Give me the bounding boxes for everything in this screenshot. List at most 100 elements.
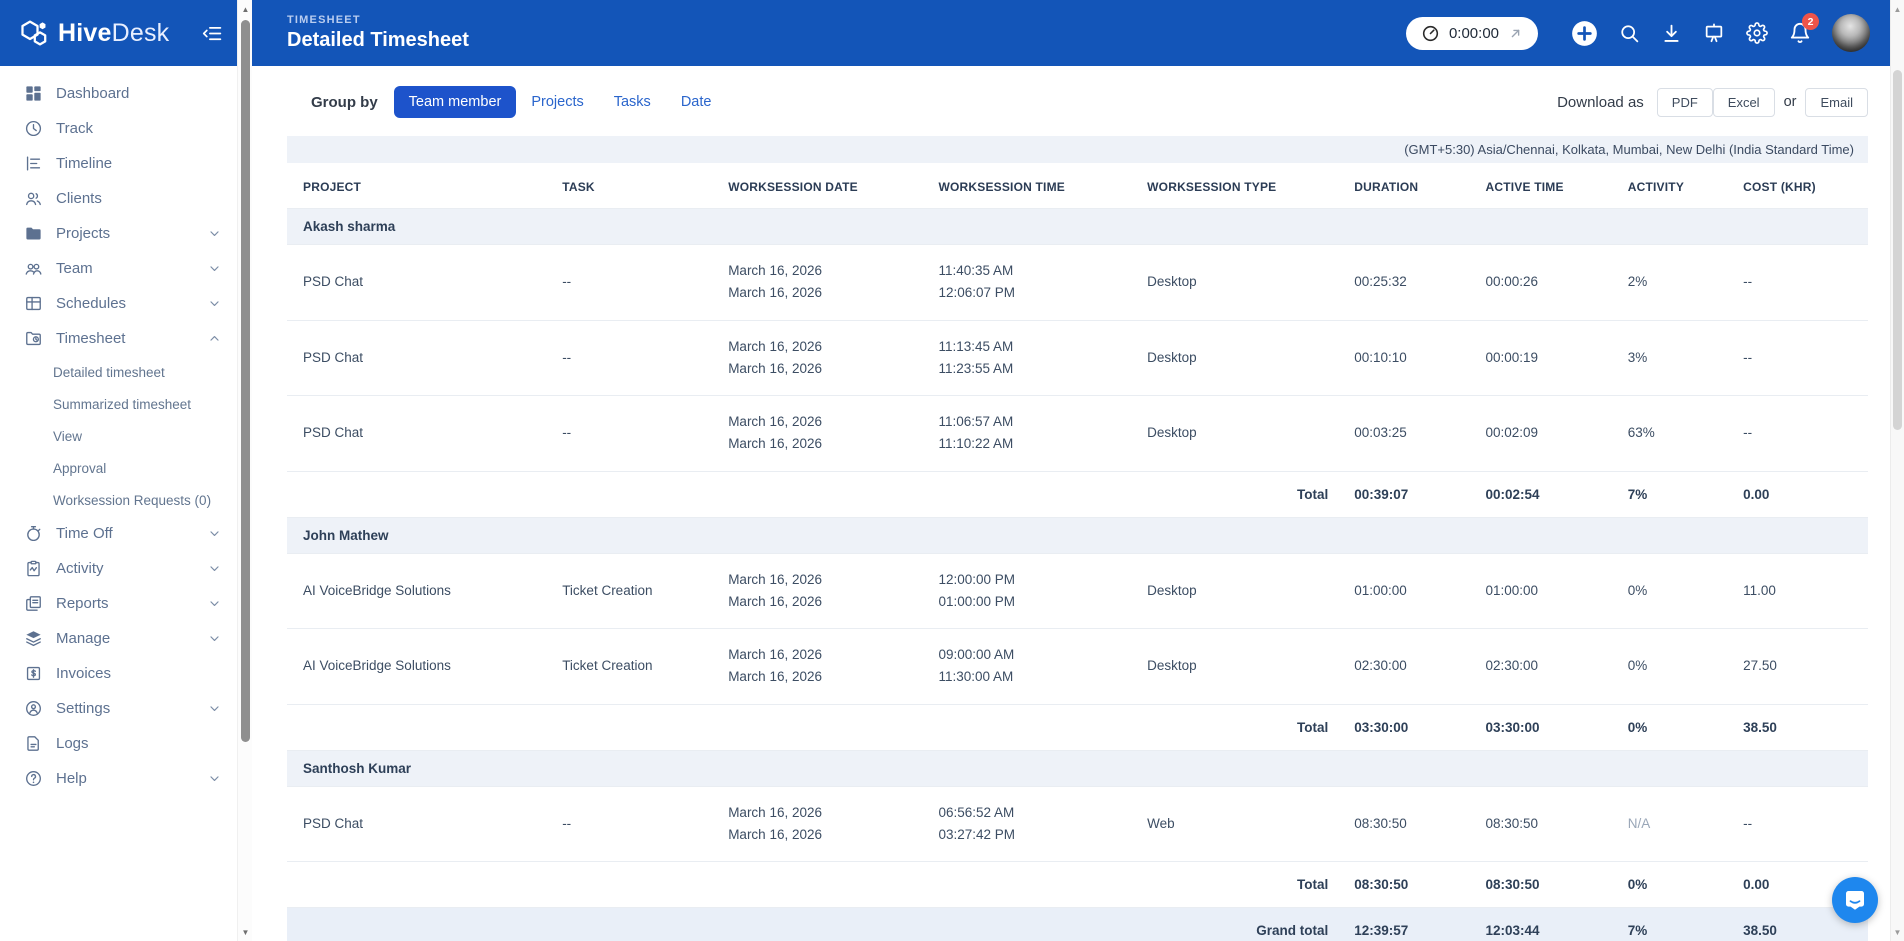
cell-worksession-date: March 16, 2026March 16, 2026 bbox=[720, 629, 930, 705]
group-by-option-date[interactable]: Date bbox=[666, 86, 727, 118]
sidebar-item-invoices[interactable]: Invoices bbox=[0, 656, 237, 691]
grand-total-active-time: 12:03:44 bbox=[1477, 908, 1619, 941]
cell-worksession-time: 09:00:00 AM11:30:00 AM bbox=[930, 629, 1139, 705]
sidebar-item-activity[interactable]: Activity bbox=[0, 551, 237, 586]
reports-icon bbox=[24, 594, 43, 613]
sidebar-item-detailed-timesheet[interactable]: Detailed timesheet bbox=[0, 356, 237, 388]
sidebar-item-projects[interactable]: Projects bbox=[0, 216, 237, 251]
cell-cost: 27.50 bbox=[1735, 629, 1868, 705]
cell-activity: 0% bbox=[1620, 629, 1735, 705]
cell-active-time: 08:30:50 bbox=[1477, 786, 1619, 862]
sidebar-item-time-off[interactable]: Time Off bbox=[0, 516, 237, 551]
expand-arrow-icon[interactable] bbox=[1508, 26, 1523, 41]
group-header-row: John Mathew bbox=[287, 517, 1868, 553]
group-by-option-tasks[interactable]: Tasks bbox=[599, 86, 666, 118]
download-excel-button[interactable]: Excel bbox=[1713, 88, 1775, 117]
timeoff-icon bbox=[24, 524, 43, 543]
main-area: TIMESHEET Detailed Timesheet 0:00:00 bbox=[252, 0, 1890, 941]
chat-launcher-button[interactable] bbox=[1832, 877, 1878, 923]
sidebar-item-timeline[interactable]: Timeline bbox=[0, 146, 237, 181]
cell-project: PSD Chat bbox=[287, 320, 554, 396]
hivedesk-logo[interactable]: HiveDesk bbox=[18, 17, 202, 49]
sidebar-item-help[interactable]: Help bbox=[0, 761, 237, 796]
grand-total-duration: 12:39:57 bbox=[1346, 908, 1477, 941]
cell-worksession-type: Web bbox=[1139, 786, 1346, 862]
total-activity: 0% bbox=[1620, 862, 1735, 908]
cell-activity: 2% bbox=[1620, 245, 1735, 321]
chevron-down-icon bbox=[208, 297, 221, 310]
hivedesk-hexagons-icon bbox=[18, 17, 50, 49]
sidebar-item-worksession-requests-0[interactable]: Worksession Requests (0) bbox=[0, 484, 237, 516]
member-name: Santhosh Kumar bbox=[287, 750, 1868, 786]
timesheet-icon bbox=[24, 329, 43, 348]
scroll-down-arrow-icon[interactable]: ▼ bbox=[1891, 925, 1904, 939]
title-block: TIMESHEET Detailed Timesheet bbox=[287, 14, 469, 52]
sidebar-item-manage[interactable]: Manage bbox=[0, 621, 237, 656]
sidebar-collapse-icon[interactable] bbox=[202, 23, 223, 44]
sidebar-scrollbar-thumb[interactable] bbox=[241, 20, 250, 742]
add-button[interactable] bbox=[1571, 20, 1598, 47]
download-button[interactable] bbox=[1661, 23, 1682, 44]
timesheet-table: PROJECTTASKWORKSESSION DATEWORKSESSION T… bbox=[287, 163, 1868, 941]
scroll-up-arrow-icon[interactable]: ▲ bbox=[1891, 2, 1904, 16]
sidebar-header: HiveDesk bbox=[0, 0, 237, 66]
cell-task: -- bbox=[554, 320, 720, 396]
sidebar-item-clients[interactable]: Clients bbox=[0, 181, 237, 216]
sidebar-item-dashboard[interactable]: Dashboard bbox=[0, 76, 237, 111]
screencast-button[interactable] bbox=[1703, 22, 1725, 44]
notifications-button[interactable]: 2 bbox=[1789, 22, 1811, 44]
notification-badge: 2 bbox=[1802, 13, 1819, 30]
sidebar-item-label: Schedules bbox=[56, 295, 126, 312]
sidebar-nav: Dashboard Track Timeline ClientsProjects Tea… bbox=[0, 66, 237, 796]
group-header-row: Santhosh Kumar bbox=[287, 750, 1868, 786]
chevron-down-icon bbox=[208, 562, 221, 575]
sidebar-item-label: Team bbox=[56, 260, 93, 277]
chat-icon bbox=[1843, 888, 1867, 912]
sidebar-item-view[interactable]: View bbox=[0, 420, 237, 452]
cell-worksession-date: March 16, 2026March 16, 2026 bbox=[720, 245, 930, 321]
total-cost: 38.50 bbox=[1735, 704, 1868, 750]
cell-project: AI VoiceBridge Solutions bbox=[287, 553, 554, 629]
sidebar-item-label: Timeline bbox=[56, 155, 112, 172]
chevron-down-icon bbox=[208, 597, 221, 610]
sidebar-item-timesheet[interactable]: Timesheet bbox=[0, 321, 237, 356]
sidebar-item-approval[interactable]: Approval bbox=[0, 452, 237, 484]
group-by-option-projects[interactable]: Projects bbox=[516, 86, 598, 118]
brand-name: HiveDesk bbox=[58, 19, 169, 48]
grand-total-activity: 7% bbox=[1620, 908, 1735, 941]
timer-widget[interactable]: 0:00:00 bbox=[1406, 17, 1538, 50]
cell-worksession-type: Desktop bbox=[1139, 629, 1346, 705]
cell-cost: -- bbox=[1735, 320, 1868, 396]
sidebar-item-team[interactable]: Team bbox=[0, 251, 237, 286]
cell-duration: 00:25:32 bbox=[1346, 245, 1477, 321]
sidebar-item-logs[interactable]: Logs bbox=[0, 726, 237, 761]
group-by-option-team-member[interactable]: Team member bbox=[394, 86, 517, 118]
search-button[interactable] bbox=[1619, 23, 1640, 44]
sidebar-item-label: Track bbox=[56, 120, 93, 137]
email-button[interactable]: Email bbox=[1805, 88, 1868, 117]
page-title: Detailed Timesheet bbox=[287, 29, 469, 52]
timezone-note: (GMT+5:30) Asia/Chennai, Kolkata, Mumbai… bbox=[1404, 142, 1854, 157]
sidebar-item-schedules[interactable]: Schedules bbox=[0, 286, 237, 321]
presentation-easel-icon bbox=[1703, 22, 1725, 44]
settings-button[interactable] bbox=[1746, 22, 1768, 44]
sidebar-item-summarized-timesheet[interactable]: Summarized timesheet bbox=[0, 388, 237, 420]
breadcrumb: TIMESHEET bbox=[287, 14, 469, 26]
cell-active-time: 00:00:26 bbox=[1477, 245, 1619, 321]
download-pdf-button[interactable]: PDF bbox=[1657, 88, 1713, 117]
cell-activity: N/A bbox=[1620, 786, 1735, 862]
sidebar-scrollbar[interactable]: ▲ ▼ bbox=[237, 0, 252, 941]
scroll-down-arrow-icon[interactable]: ▼ bbox=[238, 925, 253, 939]
cell-worksession-type: Desktop bbox=[1139, 320, 1346, 396]
chevron-down-icon bbox=[208, 227, 221, 240]
sidebar-item-settings[interactable]: Settings bbox=[0, 691, 237, 726]
cell-duration: 01:00:00 bbox=[1346, 553, 1477, 629]
page-scrollbar[interactable]: ▲ ▼ bbox=[1890, 0, 1904, 941]
avatar[interactable] bbox=[1832, 14, 1870, 52]
sidebar-item-reports[interactable]: Reports bbox=[0, 586, 237, 621]
timeline-icon bbox=[24, 154, 43, 173]
scroll-up-arrow-icon[interactable]: ▲ bbox=[238, 2, 253, 16]
group-by-label: Group by bbox=[311, 94, 378, 111]
sidebar-item-track[interactable]: Track bbox=[0, 111, 237, 146]
page-scrollbar-thumb[interactable] bbox=[1893, 70, 1902, 430]
